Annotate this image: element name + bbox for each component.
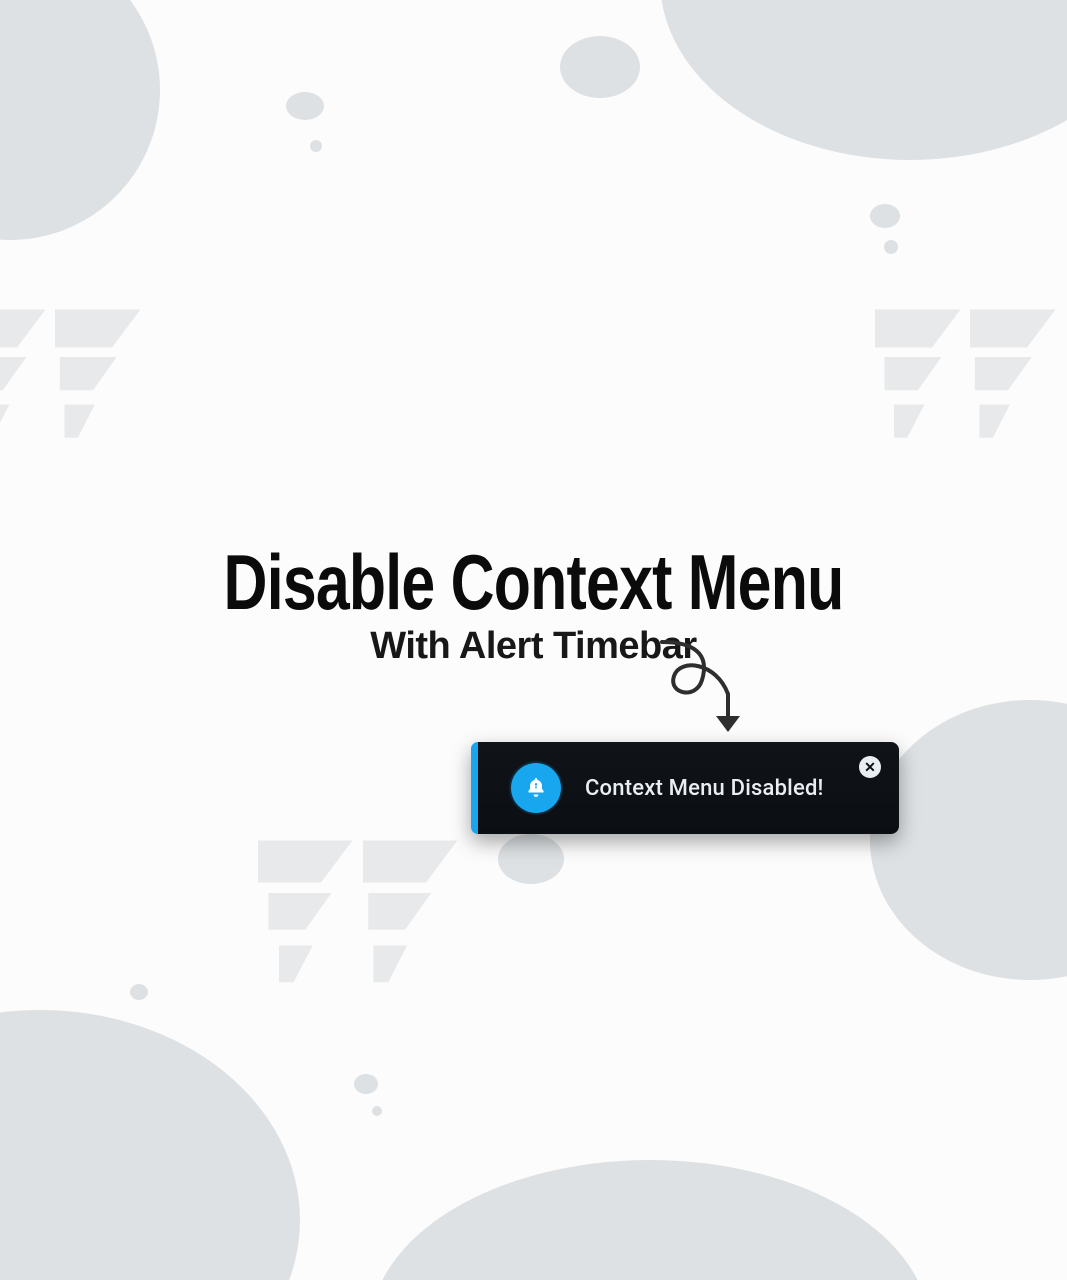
- decor-blob: [870, 204, 900, 228]
- alert-toast: Context Menu Disabled! ✕: [471, 742, 899, 834]
- alert-badge: [511, 763, 561, 813]
- page-subtitle: With Alert Timebar: [0, 625, 1067, 668]
- watermark-icon: [875, 300, 1065, 490]
- decor-blob: [354, 1074, 378, 1094]
- bell-alert-icon: [524, 776, 548, 800]
- decor-blob: [884, 240, 898, 254]
- decor-blob: [0, 0, 160, 240]
- decor-blob: [286, 92, 324, 120]
- decor-blob: [498, 834, 564, 884]
- page-title: Disable Context Menu: [117, 545, 949, 619]
- decor-blob: [310, 140, 322, 152]
- decor-blob: [370, 1160, 930, 1280]
- watermark-icon: [258, 830, 468, 1040]
- watermark-icon: [0, 300, 150, 490]
- alert-timebar: [471, 742, 478, 834]
- decor-blob: [130, 984, 148, 1000]
- hero: Disable Context Menu With Alert Timebar: [0, 545, 1067, 668]
- decor-blob: [0, 1010, 300, 1280]
- alert-message: Context Menu Disabled!: [585, 776, 824, 801]
- close-button[interactable]: ✕: [859, 756, 881, 778]
- decor-blob: [560, 36, 640, 98]
- canvas: Disable Context Menu With Alert Timebar …: [0, 0, 1067, 1280]
- close-icon: ✕: [864, 760, 876, 774]
- curly-arrow-icon: [654, 636, 774, 744]
- decor-blob: [870, 700, 1067, 980]
- decor-blob: [372, 1106, 382, 1116]
- decor-blob: [660, 0, 1067, 160]
